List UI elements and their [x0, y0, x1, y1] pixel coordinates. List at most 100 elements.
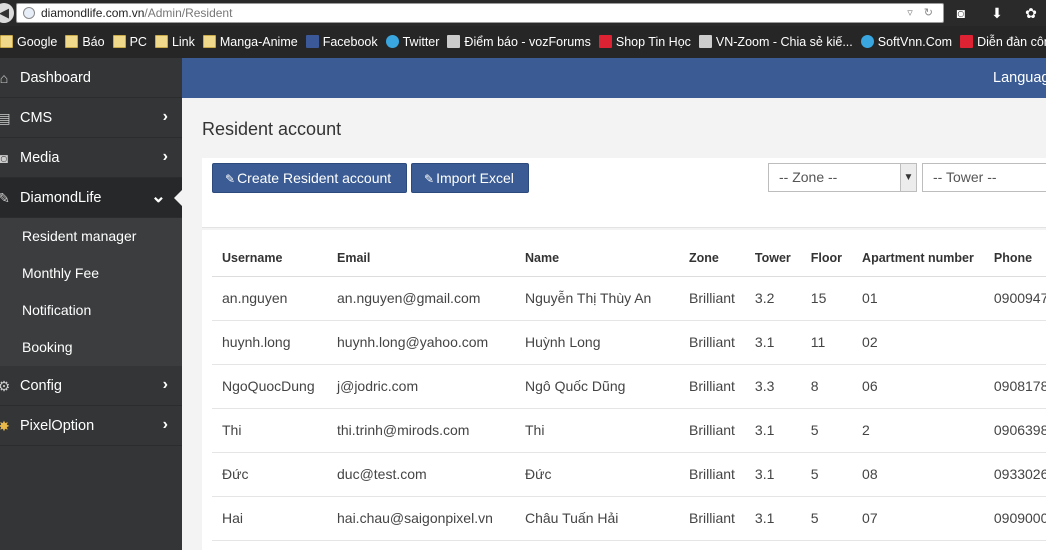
bookmark-item[interactable]: Shop Tin Học: [598, 34, 691, 50]
submenu-resident-manager[interactable]: Resident manager: [0, 218, 182, 255]
bookmark-item[interactable]: VN-Zoom - Chia sẻ kiế...: [698, 34, 853, 50]
resident-table-panel: Username Email Name Zone Tower Floor Apartment…: [202, 230, 1046, 550]
bookmark-item[interactable]: Diễn đàn công ng: [960, 34, 1046, 50]
bookmark-label: Google: [17, 35, 58, 49]
table-row[interactable]: Hai hai.chau@saigonpixel.vn Châu Tuấn Hải B…: [212, 496, 1046, 541]
nav-media[interactable]: ◙ Media ›: [0, 138, 182, 178]
page-title: Resident account: [202, 119, 342, 139]
bookmarks-bar: Google Báo PC Link Manga-Anime Facebook Twitte…: [0, 26, 1046, 58]
bookmark-label: Điểm báo - vozForums: [464, 35, 591, 49]
nav-config-label: Config: [20, 378, 62, 394]
table-cell: 5: [800, 496, 853, 541]
back-arrow-icon[interactable]: ◀: [0, 3, 14, 23]
bookmark-icon: [305, 35, 319, 48]
address-bar[interactable]: diamondlife.com.vn/Admin/Resident ▿ ↻: [16, 3, 944, 23]
top-header: Languag: [182, 58, 1046, 98]
table-cell: 090817880: [983, 364, 1046, 409]
url-text: diamondlife.com.vn/Admin/Resident: [41, 6, 233, 20]
download-icon[interactable]: ⬇: [988, 4, 1006, 22]
column-header[interactable]: Apartment number: [852, 240, 984, 277]
folder-icon: [202, 35, 216, 48]
bookmark-item[interactable]: Báo: [65, 34, 105, 50]
extension-icon[interactable]: ✿: [1022, 4, 1040, 22]
bookmark-item[interactable]: Facebook: [305, 34, 378, 50]
pocket-icon[interactable]: ◙: [952, 4, 970, 22]
bookmark-label: Diễn đàn công ng: [977, 35, 1046, 49]
table-cell: Brilliant: [679, 364, 745, 409]
active-notch: [174, 190, 182, 206]
column-header[interactable]: Email: [327, 240, 515, 277]
table-cell: Ngô Quốc Dũng: [515, 364, 679, 409]
table-cell: 5: [800, 452, 853, 497]
bookmark-item[interactable]: Link: [154, 34, 195, 50]
submenu-booking[interactable]: Booking: [0, 329, 182, 366]
table-cell: 3.3: [744, 364, 801, 409]
nav-cms[interactable]: ▤ CMS ›: [0, 98, 182, 138]
table-cell: huynh.long: [212, 320, 327, 365]
tower-select[interactable]: -- Tower --: [922, 163, 1046, 192]
table-row[interactable]: huynh.long huynh.long@yahoo.com Huỳnh Long…: [212, 320, 1046, 365]
bookmark-icon: [698, 35, 712, 48]
table-row[interactable]: Thi thi.trinh@mirods.com Thi Brilliant 3.1 5 2…: [212, 408, 1046, 453]
table-cell: Brilliant: [679, 276, 745, 321]
nav-cms-label: CMS: [20, 110, 53, 126]
folder-icon: [0, 35, 13, 48]
table-cell: duc@test.com: [327, 452, 515, 497]
nav-config[interactable]: ⚙ Config ›: [0, 366, 182, 406]
table-cell: thi.trinh@mirods.com: [327, 408, 515, 453]
submenu-monthly-fee[interactable]: Monthly Fee: [0, 255, 182, 292]
bookmark-item[interactable]: PC: [112, 34, 147, 50]
chevron-down-icon: ▼: [900, 164, 916, 191]
column-header[interactable]: Tower: [744, 240, 801, 277]
gear-icon: ⚙: [0, 378, 11, 394]
language-menu[interactable]: Languag: [993, 70, 1046, 86]
nav-diamondlife-label: DiamondLife: [20, 190, 102, 206]
bookmark-item[interactable]: Manga-Anime: [202, 34, 298, 50]
bookmark-icon: [598, 35, 612, 48]
table-cell: Huỳnh Long: [515, 320, 679, 365]
table-cell: Hai: [212, 496, 327, 541]
create-resident-button[interactable]: ✎ Create Resident account: [212, 163, 407, 193]
bookmark-item[interactable]: Google: [0, 34, 57, 50]
import-excel-label: Import Excel: [436, 170, 514, 186]
table-cell: 2: [852, 408, 984, 453]
create-resident-label: Create Resident account: [237, 170, 392, 186]
table-cell: Thi: [212, 408, 327, 453]
table-cell: 02: [852, 320, 984, 365]
import-excel-button[interactable]: ✎ Import Excel: [411, 163, 529, 193]
column-header[interactable]: Floor: [800, 240, 853, 277]
resident-table: Username Email Name Zone Tower Floor Apartment…: [212, 240, 1046, 541]
table-cell: an.nguyen@gmail.com: [327, 276, 515, 321]
nav-pixeloption[interactable]: ✸ PixelOption ›: [0, 406, 182, 446]
table-row[interactable]: NgoQuocDung j@jodric.com Ngô Quốc Dũng Bril…: [212, 364, 1046, 409]
zone-select[interactable]: -- Zone -- ▼: [768, 163, 917, 192]
folder-icon: [112, 35, 126, 48]
table-header-row: Username Email Name Zone Tower Floor Apartment…: [212, 240, 1046, 277]
table-row[interactable]: Đức duc@test.com Đức Brilliant 3.1 5 08 0933026…: [212, 452, 1046, 497]
submenu-notification[interactable]: Notification: [0, 292, 182, 329]
nav-diamondlife[interactable]: ✎ DiamondLife ⌄: [0, 178, 182, 218]
column-header[interactable]: Name: [515, 240, 679, 277]
sidebar: ⌂ Dashboard ▤ CMS › ◙ Media › ✎ DiamondL…: [0, 58, 182, 550]
bookmark-label: Twitter: [402, 35, 440, 49]
folder-icon: [154, 35, 168, 48]
table-cell: 3.1: [744, 408, 801, 453]
table-cell: Thi: [515, 408, 679, 453]
zone-select-value: -- Zone --: [779, 169, 838, 185]
reload-icon[interactable]: ▿ ↻: [907, 6, 937, 19]
column-header[interactable]: Phone: [983, 240, 1046, 277]
table-row[interactable]: an.nguyen an.nguyen@gmail.com Nguyễn Thị T…: [212, 276, 1046, 321]
bookmark-item[interactable]: Điểm báo - vozForums: [447, 34, 591, 50]
table-cell: 3.1: [744, 320, 801, 365]
table-cell: 090094788: [983, 276, 1046, 321]
bookmark-item[interactable]: SoftVnn.Com: [860, 34, 952, 50]
bookmark-item[interactable]: Twitter: [385, 34, 440, 50]
bookmark-label: Báo: [82, 35, 105, 49]
column-header[interactable]: Username: [212, 240, 327, 277]
bookmark-label: VN-Zoom - Chia sẻ kiế...: [715, 35, 853, 49]
nav-dashboard[interactable]: ⌂ Dashboard: [0, 58, 182, 98]
table-cell: 090639850: [983, 408, 1046, 453]
table-cell: an.nguyen: [212, 276, 327, 321]
column-header[interactable]: Zone: [679, 240, 745, 277]
table-cell: 3.1: [744, 452, 801, 497]
